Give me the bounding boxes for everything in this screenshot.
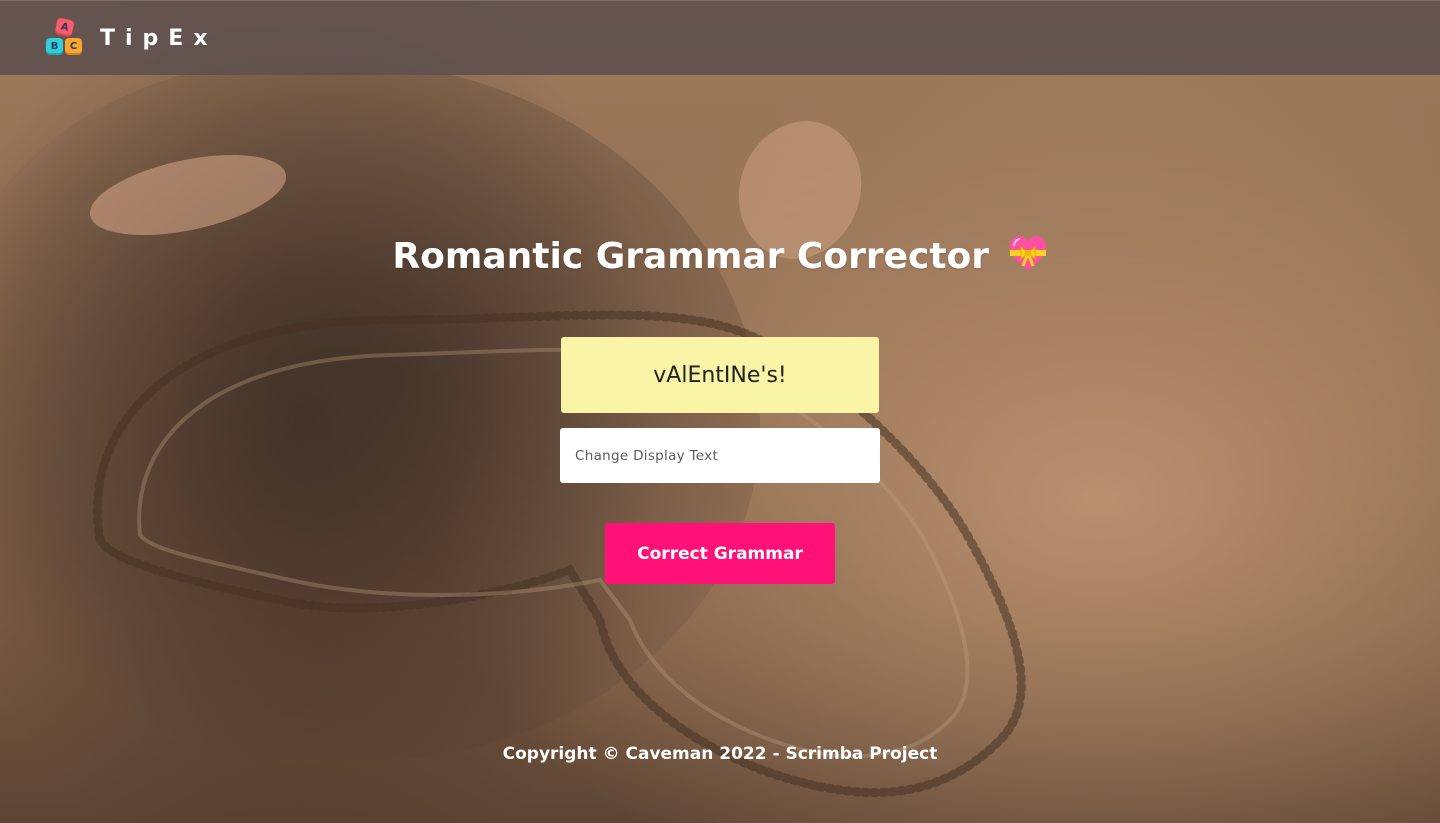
logo-block-a: A (54, 17, 75, 38)
correct-grammar-button[interactable]: Correct Grammar (605, 523, 835, 584)
heart-with-ribbon-icon (1009, 236, 1046, 270)
page-title-container: Romantic Grammar Corrector (0, 236, 1440, 278)
top-header: A B C TipEx (0, 0, 1440, 75)
change-display-text-input[interactable] (560, 428, 880, 483)
page-title: Romantic Grammar Corrector (392, 236, 990, 277)
page: A B C TipEx Romantic Grammar Corrector v… (0, 0, 1440, 823)
logo-block-c: C (65, 38, 82, 55)
display-text: vAlEntINe's! (653, 362, 787, 388)
display-text-box: vAlEntINe's! (561, 337, 879, 413)
footer-copyright: Copyright © Caveman 2022 - Scrimba Proje… (502, 744, 938, 764)
logo-block-b: B (46, 38, 63, 55)
brand-name[interactable]: TipEx (100, 26, 218, 51)
abc-blocks-logo-icon[interactable]: A B C (44, 17, 86, 59)
